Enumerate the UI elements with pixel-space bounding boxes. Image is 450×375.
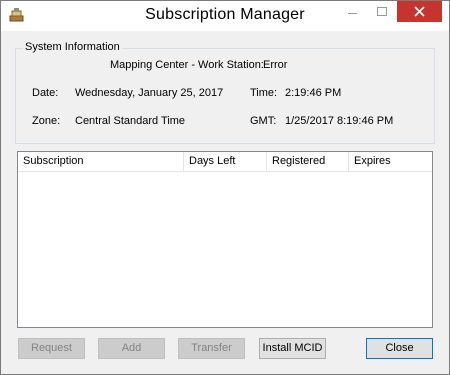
minimize-button[interactable]	[339, 1, 367, 22]
request-button[interactable]: Request	[18, 338, 85, 359]
close-window-button[interactable]	[397, 1, 442, 22]
add-button[interactable]: Add	[98, 338, 165, 359]
maximize-icon	[377, 7, 387, 16]
gmt-value: 1/25/2017 8:19:46 PM	[285, 115, 394, 127]
date-value: Wednesday, January 25, 2017	[75, 87, 224, 99]
list-header: Subscription Days Left Registered Expire…	[18, 152, 432, 172]
system-info-legend: System Information	[23, 41, 122, 53]
close-icon	[414, 6, 425, 17]
zone-label: Zone:	[32, 115, 61, 127]
workstation-value: Error	[263, 59, 288, 71]
column-header-subscription[interactable]: Subscription	[18, 152, 184, 171]
install-mcid-button[interactable]: Install MCID	[259, 338, 326, 359]
transfer-button[interactable]: Transfer	[178, 338, 245, 359]
subscription-manager-window: Subscription Manager System Information …	[0, 0, 450, 375]
workstation-label: Mapping Center - Work Station:	[110, 59, 264, 71]
column-header-registered[interactable]: Registered	[267, 152, 349, 171]
maximize-button[interactable]	[368, 1, 396, 22]
time-label: Time:	[250, 87, 278, 99]
column-header-expires[interactable]: Expires	[349, 152, 432, 171]
date-label: Date:	[32, 87, 59, 99]
close-button[interactable]: Close	[366, 338, 433, 359]
subscription-list[interactable]: Subscription Days Left Registered Expire…	[17, 151, 433, 328]
title-bar[interactable]: Subscription Manager	[1, 1, 449, 31]
time-value: 2:19:46 PM	[285, 87, 342, 99]
column-header-days-left[interactable]: Days Left	[184, 152, 267, 171]
zone-value: Central Standard Time	[75, 115, 186, 127]
minimize-icon	[348, 13, 357, 14]
gmt-label: GMT:	[250, 115, 277, 127]
